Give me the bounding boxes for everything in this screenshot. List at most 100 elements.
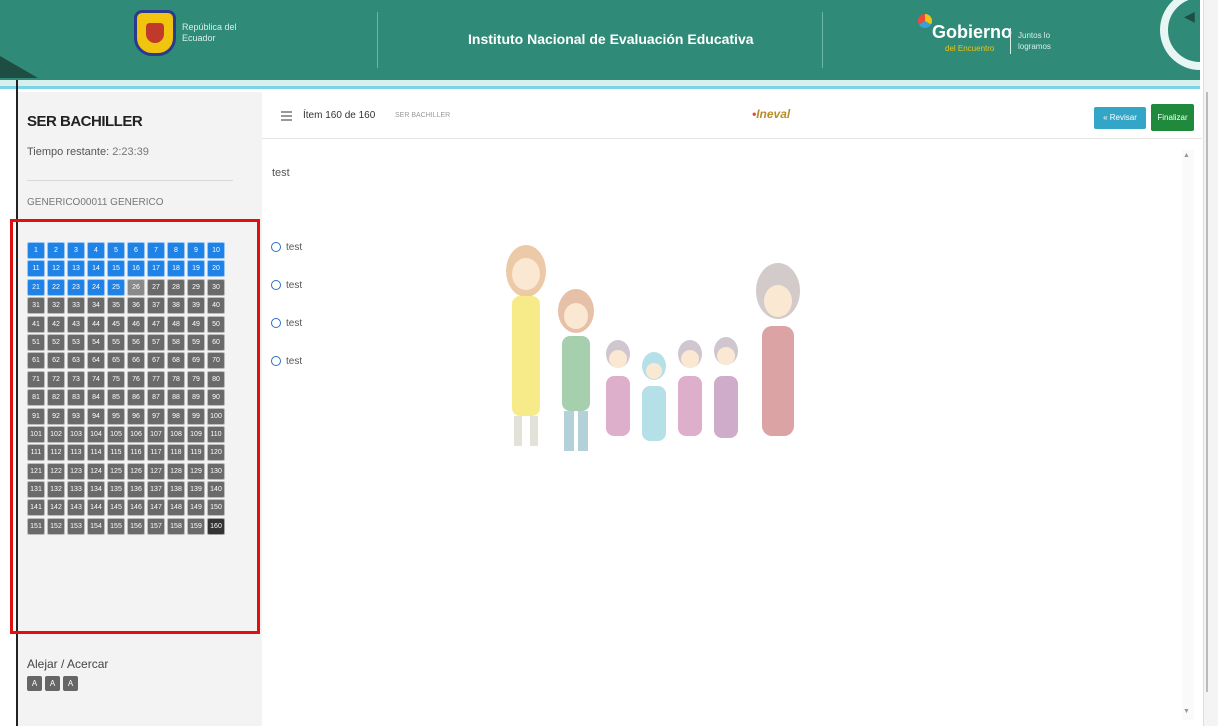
question-nav-button[interactable]: 118 [167,444,185,462]
question-nav-button[interactable]: 126 [127,462,145,480]
question-nav-button[interactable]: 46 [127,315,145,333]
question-nav-button[interactable]: 89 [187,389,205,407]
question-nav-button[interactable]: 160 [207,517,225,535]
question-nav-button[interactable]: 53 [67,333,85,351]
question-nav-button[interactable]: 87 [147,389,165,407]
question-nav-button[interactable]: 34 [87,297,105,315]
question-nav-button[interactable]: 120 [207,444,225,462]
question-nav-button[interactable]: 94 [87,407,105,425]
question-nav-button[interactable]: 137 [147,481,165,499]
question-nav-button[interactable]: 148 [167,499,185,517]
answer-option[interactable]: test [271,266,302,304]
question-nav-button[interactable]: 111 [27,444,45,462]
page-scrollbar-thumb[interactable] [1206,92,1208,692]
question-nav-button[interactable]: 157 [147,517,165,535]
question-nav-button[interactable]: 128 [167,462,185,480]
question-nav-button[interactable]: 18 [167,260,185,278]
zoom-out-button[interactable]: A [27,676,42,691]
question-nav-button[interactable]: 64 [87,352,105,370]
question-nav-button[interactable]: 88 [167,389,185,407]
revisar-button[interactable]: « Revisar [1094,107,1146,129]
question-nav-button[interactable]: 36 [127,297,145,315]
question-nav-button[interactable]: 99 [187,407,205,425]
question-nav-button[interactable]: 39 [187,297,205,315]
question-nav-button[interactable]: 15 [107,260,125,278]
question-nav-button[interactable]: 40 [207,297,225,315]
question-nav-button[interactable]: 19 [187,260,205,278]
question-nav-button[interactable]: 81 [27,389,45,407]
question-nav-button[interactable]: 4 [87,242,105,259]
question-nav-button[interactable]: 106 [127,425,145,443]
question-nav-button[interactable]: 62 [47,352,65,370]
question-nav-button[interactable]: 131 [27,481,45,499]
question-nav-button[interactable]: 121 [27,462,45,480]
answer-option[interactable]: test [271,342,302,380]
question-nav-button[interactable]: 113 [67,444,85,462]
question-nav-button[interactable]: 63 [67,352,85,370]
question-nav-button[interactable]: 117 [147,444,165,462]
question-nav-button[interactable]: 158 [167,517,185,535]
question-nav-button[interactable]: 105 [107,425,125,443]
question-nav-button[interactable]: 13 [67,260,85,278]
question-nav-button[interactable]: 61 [27,352,45,370]
question-nav-button[interactable]: 146 [127,499,145,517]
question-nav-button[interactable]: 38 [167,297,185,315]
question-nav-button[interactable]: 82 [47,389,65,407]
question-nav-button[interactable]: 25 [107,278,125,296]
content-scrollbar[interactable] [1182,150,1194,720]
question-nav-button[interactable]: 3 [67,242,85,259]
question-nav-button[interactable]: 55 [107,333,125,351]
question-nav-button[interactable]: 5 [107,242,125,259]
question-nav-button[interactable]: 142 [47,499,65,517]
question-nav-button[interactable]: 145 [107,499,125,517]
question-nav-button[interactable]: 41 [27,315,45,333]
question-nav-button[interactable]: 154 [87,517,105,535]
radio-icon[interactable] [271,356,281,366]
question-nav-button[interactable]: 151 [27,517,45,535]
question-nav-button[interactable]: 6 [127,242,145,259]
question-nav-button[interactable]: 71 [27,370,45,388]
question-nav-button[interactable]: 138 [167,481,185,499]
question-nav-button[interactable]: 28 [167,278,185,296]
question-nav-button[interactable]: 9 [187,242,205,259]
question-nav-button[interactable]: 101 [27,425,45,443]
question-nav-button[interactable]: 78 [167,370,185,388]
question-nav-button[interactable]: 32 [47,297,65,315]
radio-icon[interactable] [271,318,281,328]
question-nav-button[interactable]: 35 [107,297,125,315]
radio-icon[interactable] [271,280,281,290]
question-nav-button[interactable]: 26 [127,278,145,296]
hamburger-icon[interactable] [281,111,292,121]
question-nav-button[interactable]: 110 [207,425,225,443]
question-nav-button[interactable]: 80 [207,370,225,388]
question-nav-button[interactable]: 153 [67,517,85,535]
question-nav-button[interactable]: 67 [147,352,165,370]
question-nav-button[interactable]: 108 [167,425,185,443]
question-nav-button[interactable]: 155 [107,517,125,535]
question-nav-button[interactable]: 49 [187,315,205,333]
question-nav-button[interactable]: 69 [187,352,205,370]
answer-option[interactable]: test [271,228,302,266]
question-nav-button[interactable]: 91 [27,407,45,425]
question-nav-button[interactable]: 47 [147,315,165,333]
question-nav-button[interactable]: 133 [67,481,85,499]
question-nav-button[interactable]: 45 [107,315,125,333]
question-nav-button[interactable]: 140 [207,481,225,499]
question-nav-button[interactable]: 12 [47,260,65,278]
question-nav-button[interactable]: 10 [207,242,225,259]
question-nav-button[interactable]: 17 [147,260,165,278]
question-nav-button[interactable]: 48 [167,315,185,333]
question-nav-button[interactable]: 129 [187,462,205,480]
question-nav-button[interactable]: 93 [67,407,85,425]
question-nav-button[interactable]: 68 [167,352,185,370]
question-nav-button[interactable]: 90 [207,389,225,407]
question-nav-button[interactable]: 96 [127,407,145,425]
question-nav-button[interactable]: 143 [67,499,85,517]
question-nav-button[interactable]: 103 [67,425,85,443]
question-nav-button[interactable]: 73 [67,370,85,388]
scroll-down-icon[interactable]: ▼ [1183,708,1190,715]
question-nav-button[interactable]: 7 [147,242,165,259]
question-nav-button[interactable]: 139 [187,481,205,499]
question-nav-button[interactable]: 50 [207,315,225,333]
question-nav-button[interactable]: 22 [47,278,65,296]
